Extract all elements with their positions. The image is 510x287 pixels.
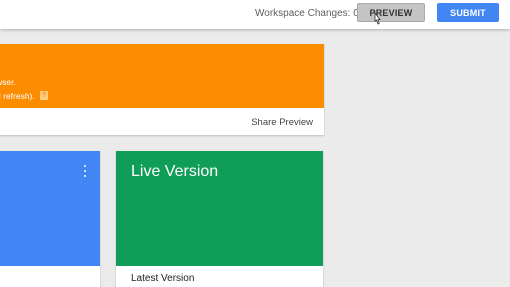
live-version-card[interactable]: Live Version Latest Version: [116, 151, 323, 287]
top-bar: Workspace Changes: 0 PREVIEW SUBMIT: [0, 0, 510, 29]
preview-instructions-line2: d refresh).: [0, 91, 35, 101]
live-version-title: Live Version: [131, 163, 219, 180]
preview-instructions-line1: wser.: [0, 77, 16, 87]
kebab-menu-icon[interactable]: [82, 165, 88, 177]
preview-button[interactable]: PREVIEW: [357, 3, 425, 22]
workspace-changes-label: Workspace Changes:: [255, 8, 351, 19]
help-icon[interactable]: ?: [40, 91, 48, 100]
live-version-banner: Live Version: [116, 151, 323, 266]
share-preview-link[interactable]: Share Preview: [251, 117, 313, 128]
submit-button[interactable]: SUBMIT: [437, 3, 499, 22]
workspace-changes: Workspace Changes: 0: [255, 8, 359, 19]
mouse-cursor-icon: [374, 12, 381, 25]
workspace-preview-card: wser. d refresh). ? Share Preview: [0, 44, 324, 135]
latest-version-label: Latest Version: [131, 273, 195, 284]
preview-card-banner: wser. d refresh). ?: [0, 44, 324, 108]
